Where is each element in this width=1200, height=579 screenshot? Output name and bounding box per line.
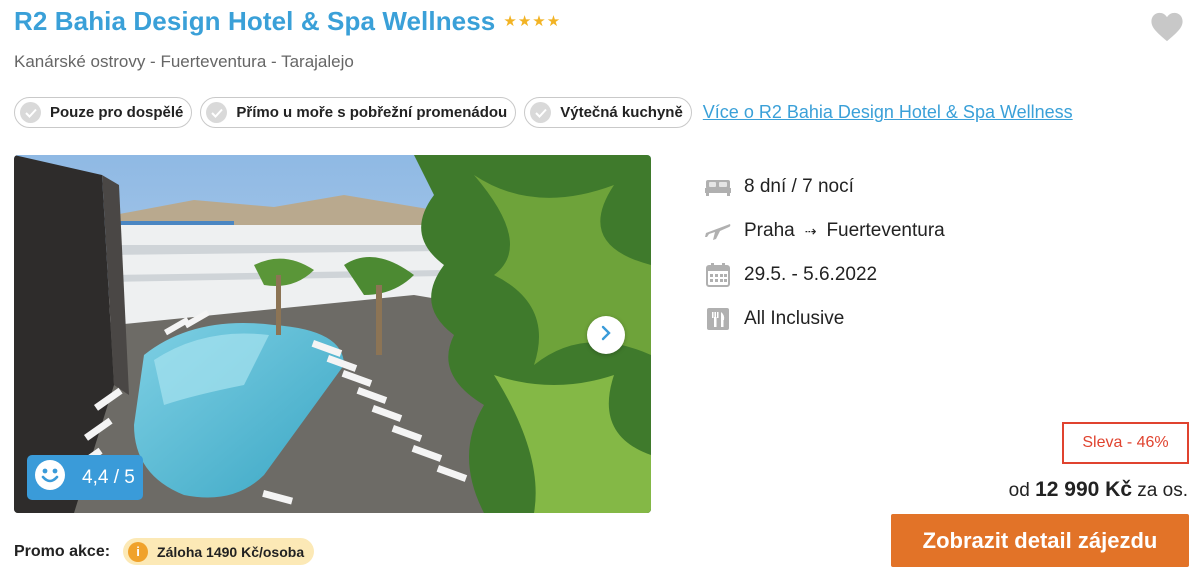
board-text: All Inclusive	[744, 308, 845, 329]
trip-info: 8 dní / 7 nocí Praha ⇢ Fuerteventura 29.…	[705, 165, 945, 341]
star-icon: ★	[503, 13, 517, 30]
price-line: od 12 990 Kč za os.	[1009, 478, 1188, 502]
next-photo-button[interactable]	[587, 316, 625, 354]
promo-label: Promo akce:	[14, 542, 111, 560]
star-icon: ★	[517, 13, 532, 30]
price-suffix: za os.	[1137, 480, 1188, 501]
show-detail-button[interactable]: Zobrazit detail zájezdu	[891, 514, 1189, 567]
feature-tag: Pouze pro dospělé	[14, 97, 193, 128]
trip-board: All Inclusive	[705, 297, 945, 341]
promo-text: Záloha 1490 Kč/osoba	[157, 543, 305, 560]
check-icon	[206, 102, 228, 123]
hotel-location: Kanárské ostrovy - Fuerteventura - Taraj…	[14, 52, 354, 71]
hotel-title[interactable]: R2 Bahia Design Hotel & Spa Wellness	[14, 6, 495, 37]
cutlery-icon	[705, 306, 731, 332]
rating-value: 4,4 / 5	[82, 466, 135, 488]
departure-city: Praha	[744, 220, 795, 241]
feature-tag: Přímo u moře s pobřežní promenádou	[200, 97, 517, 128]
trip-duration: 8 dní / 7 nocí	[705, 165, 945, 209]
duration-text: 8 dní / 7 nocí	[744, 176, 854, 197]
feature-tag-label: Pouze pro dospělé	[50, 104, 184, 121]
star-icon: ★	[546, 13, 561, 30]
bed-icon	[705, 174, 731, 200]
info-icon: i	[128, 541, 149, 562]
feature-tag-label: Výtečná kuchyně	[560, 104, 683, 121]
title-row: R2 Bahia Design Hotel & Spa Wellness ★ ★…	[14, 6, 560, 37]
check-icon	[20, 102, 41, 123]
more-about-hotel-link[interactable]: Více o R2 Bahia Design Hotel & Spa Welln…	[703, 102, 1073, 123]
star-icon: ★	[532, 13, 546, 30]
price-amount: 12 990 Kč	[1035, 478, 1133, 501]
calendar-icon	[705, 262, 731, 288]
smiley-icon	[34, 459, 66, 496]
price-prefix: od	[1008, 480, 1030, 501]
destination: Fuerteventura	[826, 220, 945, 241]
feature-tag-label: Přímo u moře s pobřežní promenádou	[236, 104, 508, 121]
promo-section: Promo akce: i Záloha 1490 Kč/osoba	[14, 538, 315, 565]
discount-badge: Sleva - 46%	[1062, 422, 1189, 464]
check-icon	[530, 102, 552, 123]
trip-dates: 29.5. - 5.6.2022	[705, 253, 945, 297]
dates-text: 29.5. - 5.6.2022	[744, 264, 878, 285]
trip-route: Praha ⇢ Fuerteventura	[705, 209, 945, 253]
feature-tags: Pouze pro dospělé Přímo u moře s pobřežn…	[14, 97, 1073, 128]
guest-rating-badge: 4,4 / 5	[27, 455, 143, 500]
chevron-right-icon	[600, 325, 612, 346]
plane-icon	[705, 218, 731, 244]
promo-badge: i Záloha 1490 Kč/osoba	[123, 538, 315, 565]
heart-icon[interactable]	[1150, 11, 1184, 43]
feature-tag: Výtečná kuchyně	[524, 97, 692, 128]
route-arrow-icon: ⇢	[804, 222, 817, 239]
star-rating: ★ ★ ★ ★	[503, 14, 560, 29]
